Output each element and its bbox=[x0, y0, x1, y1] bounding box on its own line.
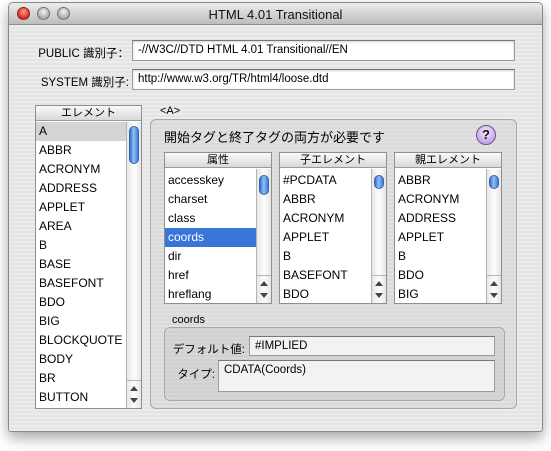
element-list-item[interactable]: ACRONYM bbox=[36, 160, 126, 179]
parent-element-list-body: ABBR ACRONYM ADDRESS APPLET B BDO BIG bbox=[395, 169, 486, 303]
system-identifier-field[interactable]: http://www.w3.org/TR/html4/loose.dtd bbox=[132, 69, 515, 90]
child-element-list-item[interactable]: #PCDATA bbox=[280, 171, 371, 190]
parent-element-list-item[interactable]: ADDRESS bbox=[395, 209, 486, 228]
tag-requirement-text: 開始タグと終了タグの両方が必要です bbox=[164, 130, 386, 145]
element-list-body: A ABBR ACRONYM ADDRESS APPLET AREA B BASE BASEFO… bbox=[36, 122, 126, 408]
public-identifier-label: PUBLIC 識別子： bbox=[38, 48, 129, 60]
scroll-up-arrow-icon[interactable] bbox=[490, 281, 498, 286]
child-element-list-body: #PCDATA ABBR ACRONYM APPLET B BASEFONT BDO bbox=[280, 169, 371, 303]
element-list-item[interactable]: BODY bbox=[36, 350, 126, 369]
child-element-list-scrollbar[interactable] bbox=[371, 169, 386, 303]
child-element-list-scroll-arrows[interactable] bbox=[372, 275, 386, 303]
element-list-header[interactable]: エレメント bbox=[36, 106, 141, 121]
child-element-list-item[interactable]: BDO bbox=[280, 285, 371, 303]
element-list-item[interactable]: AREA bbox=[36, 217, 126, 236]
scroll-down-arrow-icon[interactable] bbox=[260, 293, 268, 298]
type-label: タイプ: bbox=[177, 369, 215, 381]
window-title: HTML 4.01 Transitional bbox=[208, 7, 343, 22]
element-list-item[interactable]: BUTTON bbox=[36, 388, 126, 407]
child-element-list-item[interactable]: ACRONYM bbox=[280, 209, 371, 228]
element-list-item[interactable]: BASE bbox=[36, 255, 126, 274]
element-list-item[interactable]: A bbox=[36, 122, 126, 141]
element-list-item[interactable]: BDO bbox=[36, 293, 126, 312]
element-list-scroll-arrows[interactable] bbox=[127, 380, 141, 408]
element-list-scrollbar[interactable] bbox=[126, 122, 141, 408]
element-detail-title: <A> bbox=[160, 105, 181, 117]
element-list[interactable]: エレメント A ABBR ACRONYM ADDRESS APPLET AREA B BASE… bbox=[35, 105, 142, 409]
scroll-down-arrow-icon[interactable] bbox=[490, 293, 498, 298]
system-identifier-label: SYSTEM 識別子: bbox=[40, 77, 129, 89]
child-element-list-item[interactable]: B bbox=[280, 247, 371, 266]
attribute-list-item[interactable]: class bbox=[165, 209, 256, 228]
child-element-list-scroll-thumb[interactable] bbox=[374, 175, 384, 189]
main-window: HTML 4.01 Transitional PUBLIC 識別子： -//W3… bbox=[8, 2, 543, 432]
scroll-up-arrow-icon[interactable] bbox=[375, 281, 383, 286]
element-list-item[interactable]: B bbox=[36, 236, 126, 255]
default-value-field[interactable]: #IMPLIED bbox=[249, 336, 495, 356]
child-element-list-header[interactable]: 子エレメント bbox=[280, 153, 386, 168]
scroll-down-arrow-icon[interactable] bbox=[130, 398, 138, 403]
help-button[interactable]: ? bbox=[476, 125, 496, 145]
default-value-label: デフォルト値: bbox=[172, 344, 245, 356]
element-list-item[interactable]: BR bbox=[36, 369, 126, 388]
parent-element-list-item[interactable]: ACRONYM bbox=[395, 190, 486, 209]
title-bar[interactable]: HTML 4.01 Transitional bbox=[9, 3, 542, 25]
attribute-list-item[interactable]: accesskey bbox=[165, 171, 256, 190]
attribute-info-title: coords bbox=[172, 314, 206, 326]
element-list-item[interactable]: BASEFONT bbox=[36, 274, 126, 293]
parent-element-list-item[interactable]: BDO bbox=[395, 266, 486, 285]
parent-element-list-scroll-arrows[interactable] bbox=[487, 275, 501, 303]
parent-element-list-scroll-thumb[interactable] bbox=[489, 175, 499, 189]
scroll-down-arrow-icon[interactable] bbox=[375, 293, 383, 298]
public-identifier-field[interactable]: -//W3C//DTD HTML 4.01 Transitional//EN bbox=[132, 40, 515, 61]
attribute-list-scrollbar[interactable] bbox=[256, 169, 271, 303]
scroll-up-arrow-icon[interactable] bbox=[260, 281, 268, 286]
element-list-scroll-thumb[interactable] bbox=[129, 126, 139, 164]
parent-element-list-item[interactable]: APPLET bbox=[395, 228, 486, 247]
element-list-item[interactable]: BLOCKQUOTE bbox=[36, 331, 126, 350]
attribute-list-item[interactable]: hreflang bbox=[165, 285, 256, 303]
child-element-list-item[interactable]: ABBR bbox=[280, 190, 371, 209]
attribute-list-item[interactable]: coords bbox=[165, 228, 256, 247]
attribute-list-item[interactable]: dir bbox=[165, 247, 256, 266]
attribute-list-scroll-arrows[interactable] bbox=[257, 275, 271, 303]
type-value-field[interactable]: CDATA(Coords) bbox=[218, 360, 495, 392]
parent-element-list-item[interactable]: ABBR bbox=[395, 171, 486, 190]
attribute-list-scroll-thumb[interactable] bbox=[259, 175, 269, 195]
parent-element-list[interactable]: 親エレメント ABBR ACRONYM ADDRESS APPLET B BDO BIG bbox=[394, 152, 502, 304]
element-list-item[interactable]: ADDRESS bbox=[36, 179, 126, 198]
element-list-item[interactable]: BIG bbox=[36, 312, 126, 331]
parent-element-list-item[interactable]: B bbox=[395, 247, 486, 266]
child-element-list[interactable]: 子エレメント #PCDATA ABBR ACRONYM APPLET B BASEFONT… bbox=[279, 152, 387, 304]
element-list-item[interactable]: ABBR bbox=[36, 141, 126, 160]
parent-element-list-scrollbar[interactable] bbox=[486, 169, 501, 303]
element-list-item[interactable]: APPLET bbox=[36, 198, 126, 217]
attribute-list-header[interactable]: 属性 bbox=[165, 153, 271, 168]
parent-element-list-item[interactable]: BIG bbox=[395, 285, 486, 303]
child-element-list-item[interactable]: APPLET bbox=[280, 228, 371, 247]
question-mark-icon: ? bbox=[482, 127, 490, 142]
scroll-up-arrow-icon[interactable] bbox=[130, 386, 138, 391]
parent-element-list-header[interactable]: 親エレメント bbox=[395, 153, 501, 168]
child-element-list-item[interactable]: BASEFONT bbox=[280, 266, 371, 285]
attribute-list-body: accesskey charset class coords dir href hrefla… bbox=[165, 169, 256, 303]
attribute-list-item[interactable]: charset bbox=[165, 190, 256, 209]
attribute-list-item[interactable]: href bbox=[165, 266, 256, 285]
attribute-list[interactable]: 属性 accesskey charset class coords dir href hre… bbox=[164, 152, 272, 304]
